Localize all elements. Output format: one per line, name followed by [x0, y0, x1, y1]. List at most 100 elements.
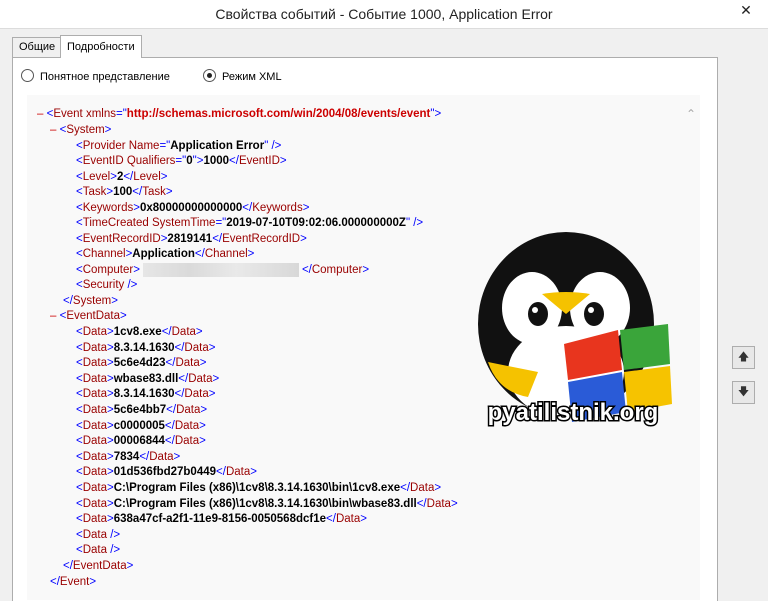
- tag-name: Level: [82, 171, 111, 183]
- xml-line-provider: <Provider Name="Application Error" />: [76, 140, 282, 152]
- element-text: wbase83.dll: [113, 373, 179, 385]
- xml-line-eventdata-close: </EventData>: [63, 560, 134, 572]
- collapse-toggle[interactable]: –: [50, 310, 56, 322]
- friendly-view-label: Понятное представление: [40, 71, 170, 83]
- xml-view-radio[interactable]: [203, 69, 216, 82]
- chevron-up-icon[interactable]: ⌃: [685, 107, 697, 121]
- tag-name: Provider: [82, 140, 126, 152]
- tag-name: Data: [188, 373, 213, 385]
- element-text: 2819141: [167, 233, 213, 245]
- element-text: 5c6e4d23: [113, 357, 166, 369]
- tag-name: EventID: [238, 155, 280, 167]
- tag-name: Data: [174, 420, 200, 432]
- tag-name: Level: [133, 171, 161, 183]
- tag-name: Channel: [204, 248, 248, 260]
- tag-name: Data: [176, 404, 201, 416]
- xml-line-data: <Data>C:\Program Files (x86)\1cv8\8.3.14…: [76, 482, 442, 494]
- watermark-text: pyatilistnik.org: [488, 399, 659, 426]
- tag-name: Data: [174, 435, 200, 447]
- tag-name: Data: [225, 466, 251, 478]
- tag-name: Data: [171, 326, 196, 338]
- xml-line-data: <Data>c0000005</Data>: [76, 420, 206, 432]
- xml-line-data: <Data>5c6e4bb7</Data>: [76, 404, 208, 416]
- xml-line-eventdata: – <EventData>: [50, 310, 127, 322]
- xml-line-channel: <Channel>Application</Channel>: [76, 248, 255, 260]
- xml-line-data: <Data>638a47cf-a2f1-11e9-8156-0050568dcf…: [76, 513, 367, 525]
- tag-name: Data: [82, 529, 108, 541]
- tag-name: Data: [82, 466, 108, 478]
- tag-name: TimeCreated: [82, 217, 149, 229]
- element-text: 01d536fbd27b0449: [113, 466, 217, 478]
- xml-line-data-empty: <Data />: [76, 544, 121, 556]
- xml-line-system: – <System>: [50, 124, 112, 136]
- tag-name: Data: [175, 357, 200, 369]
- tag-name: Event: [53, 108, 83, 120]
- element-text: C:\Program Files (x86)\1cv8\8.3.14.1630\…: [113, 498, 417, 510]
- xml-line-data: <Data>1cv8.exe</Data>: [76, 326, 203, 338]
- friendly-view-option[interactable]: Понятное представление: [21, 69, 170, 83]
- attr-value: http://schemas.microsoft.com/win/2004/08…: [126, 108, 431, 120]
- scroll-down-button[interactable]: 🡇: [732, 381, 755, 404]
- tag-name: Data: [184, 342, 209, 354]
- collapse-toggle[interactable]: –: [50, 124, 56, 136]
- tag-name: Computer: [82, 264, 134, 277]
- tag-name: Data: [184, 388, 209, 400]
- xml-line-eventrecordid: <EventRecordID>2819141</EventRecordID>: [76, 233, 307, 245]
- tag-name: Keywords: [252, 202, 303, 214]
- xml-line-eventid: <EventID Qualifiers="0">1000</EventID>: [76, 155, 287, 167]
- element-text: 100: [113, 186, 133, 198]
- windows-flag-green: [620, 324, 670, 370]
- tag-name: Data: [82, 404, 108, 416]
- xml-line-data: <Data>wbase83.dll</Data>: [76, 373, 220, 385]
- tag-name: System: [66, 124, 105, 136]
- element-text: 8.3.14.1630: [113, 388, 175, 400]
- xml-line-data: <Data>5c6e4d23</Data>: [76, 357, 207, 369]
- tag-name: Data: [82, 326, 108, 338]
- element-text: 7834: [113, 451, 140, 463]
- tag-name: Security: [82, 279, 125, 291]
- tag-name: Data: [82, 342, 108, 354]
- tag-name: Data: [149, 451, 174, 463]
- attr-value: Application Error: [170, 140, 265, 152]
- xml-line-data: <Data>8.3.14.1630</Data>: [76, 342, 216, 354]
- tab-details[interactable]: Подробности: [60, 35, 142, 58]
- xml-line-task: <Task>100</Task>: [76, 186, 173, 198]
- tag-name: Task: [142, 186, 166, 198]
- close-button[interactable]: ✕: [724, 0, 768, 22]
- attr-name: Qualifiers: [126, 155, 176, 167]
- collapse-toggle[interactable]: –: [37, 108, 43, 120]
- element-text: Application: [132, 248, 195, 260]
- scroll-up-button[interactable]: 🡅: [732, 346, 755, 369]
- title-bar: Свойства событий - Событие 1000, Applica…: [0, 0, 768, 29]
- xml-view-option[interactable]: Режим XML: [203, 69, 282, 83]
- tag-name: EventData: [72, 560, 127, 572]
- tag-name: EventData: [66, 310, 121, 322]
- tag-name: Computer: [311, 264, 363, 277]
- penguin-logo: pyatilistnik.org: [478, 232, 672, 428]
- tag-name: Data: [82, 451, 108, 463]
- element-text: 5c6e4bb7: [113, 404, 167, 416]
- tag-name: Data: [82, 420, 108, 432]
- tab-general[interactable]: Общие: [12, 37, 63, 57]
- attr-value: 2019-07-10T09:02:06.000000000Z: [226, 217, 406, 229]
- xml-line-data: <Data>01d536fbd27b0449</Data>: [76, 466, 257, 478]
- tag-name: Data: [335, 513, 361, 525]
- friendly-view-radio[interactable]: [21, 69, 34, 82]
- xml-line-data-empty: <Data />: [76, 529, 121, 541]
- tag-name: Data: [82, 373, 108, 385]
- xml-view-label: Режим XML: [222, 71, 282, 83]
- tag-name: EventRecordID: [82, 233, 161, 245]
- redacted-computer-name: [142, 263, 299, 277]
- xml-line-data: <Data>C:\Program Files (x86)\1cv8\8.3.14…: [76, 498, 458, 510]
- xml-line-data: <Data>8.3.14.1630</Data>: [76, 388, 216, 400]
- xml-line-data: <Data>00006844</Data>: [76, 435, 206, 447]
- element-text: 00006844: [113, 435, 165, 447]
- attr-name: Name: [128, 140, 160, 152]
- xml-line-keywords: <Keywords>0x80000000000000</Keywords>: [76, 202, 310, 214]
- tag-name: Data: [82, 388, 108, 400]
- tag-name: Data: [82, 435, 108, 447]
- tag-name: Data: [410, 482, 435, 494]
- element-text: c0000005: [113, 420, 165, 432]
- tag-name: EventID: [82, 155, 124, 167]
- tag-name: Event: [59, 576, 90, 588]
